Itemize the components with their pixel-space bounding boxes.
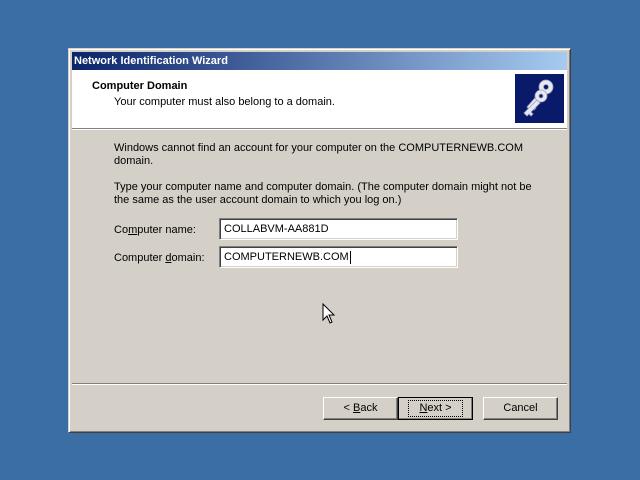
window-title: Network Identification Wizard	[74, 55, 228, 67]
computer-name-label: Computer name:	[114, 224, 196, 236]
next-button-focus: Next >	[408, 400, 463, 417]
page-subtitle: Your computer must also belong to a doma…	[114, 96, 335, 108]
computer-domain-input[interactable]: COMPUTERNEWB.COM	[219, 246, 458, 268]
computer-domain-label: Computer domain:	[114, 252, 205, 264]
computer-name-input[interactable]: COLLABVM-AA881D	[219, 218, 458, 240]
wizard-window: Network Identification Wizard Computer D…	[68, 48, 571, 433]
text-caret	[349, 250, 351, 264]
window-titlebar[interactable]: Network Identification Wizard	[72, 52, 567, 70]
domain-not-found-text: Windows cannot find an account for your …	[114, 142, 523, 167]
page-title: Computer Domain	[92, 80, 188, 92]
mouse-pointer-icon	[322, 302, 336, 328]
next-button[interactable]: Next >	[398, 397, 473, 420]
instructions-text: Type your computer name and computer dom…	[114, 181, 532, 206]
computer-domain-value: COMPUTERNEWB.COM	[224, 251, 349, 263]
wizard-header: Computer Domain Your computer must also …	[72, 70, 567, 130]
button-divider	[72, 383, 567, 385]
keys-icon	[515, 74, 564, 123]
cancel-button[interactable]: Cancel	[483, 397, 558, 420]
back-button[interactable]: < Back	[323, 397, 398, 420]
